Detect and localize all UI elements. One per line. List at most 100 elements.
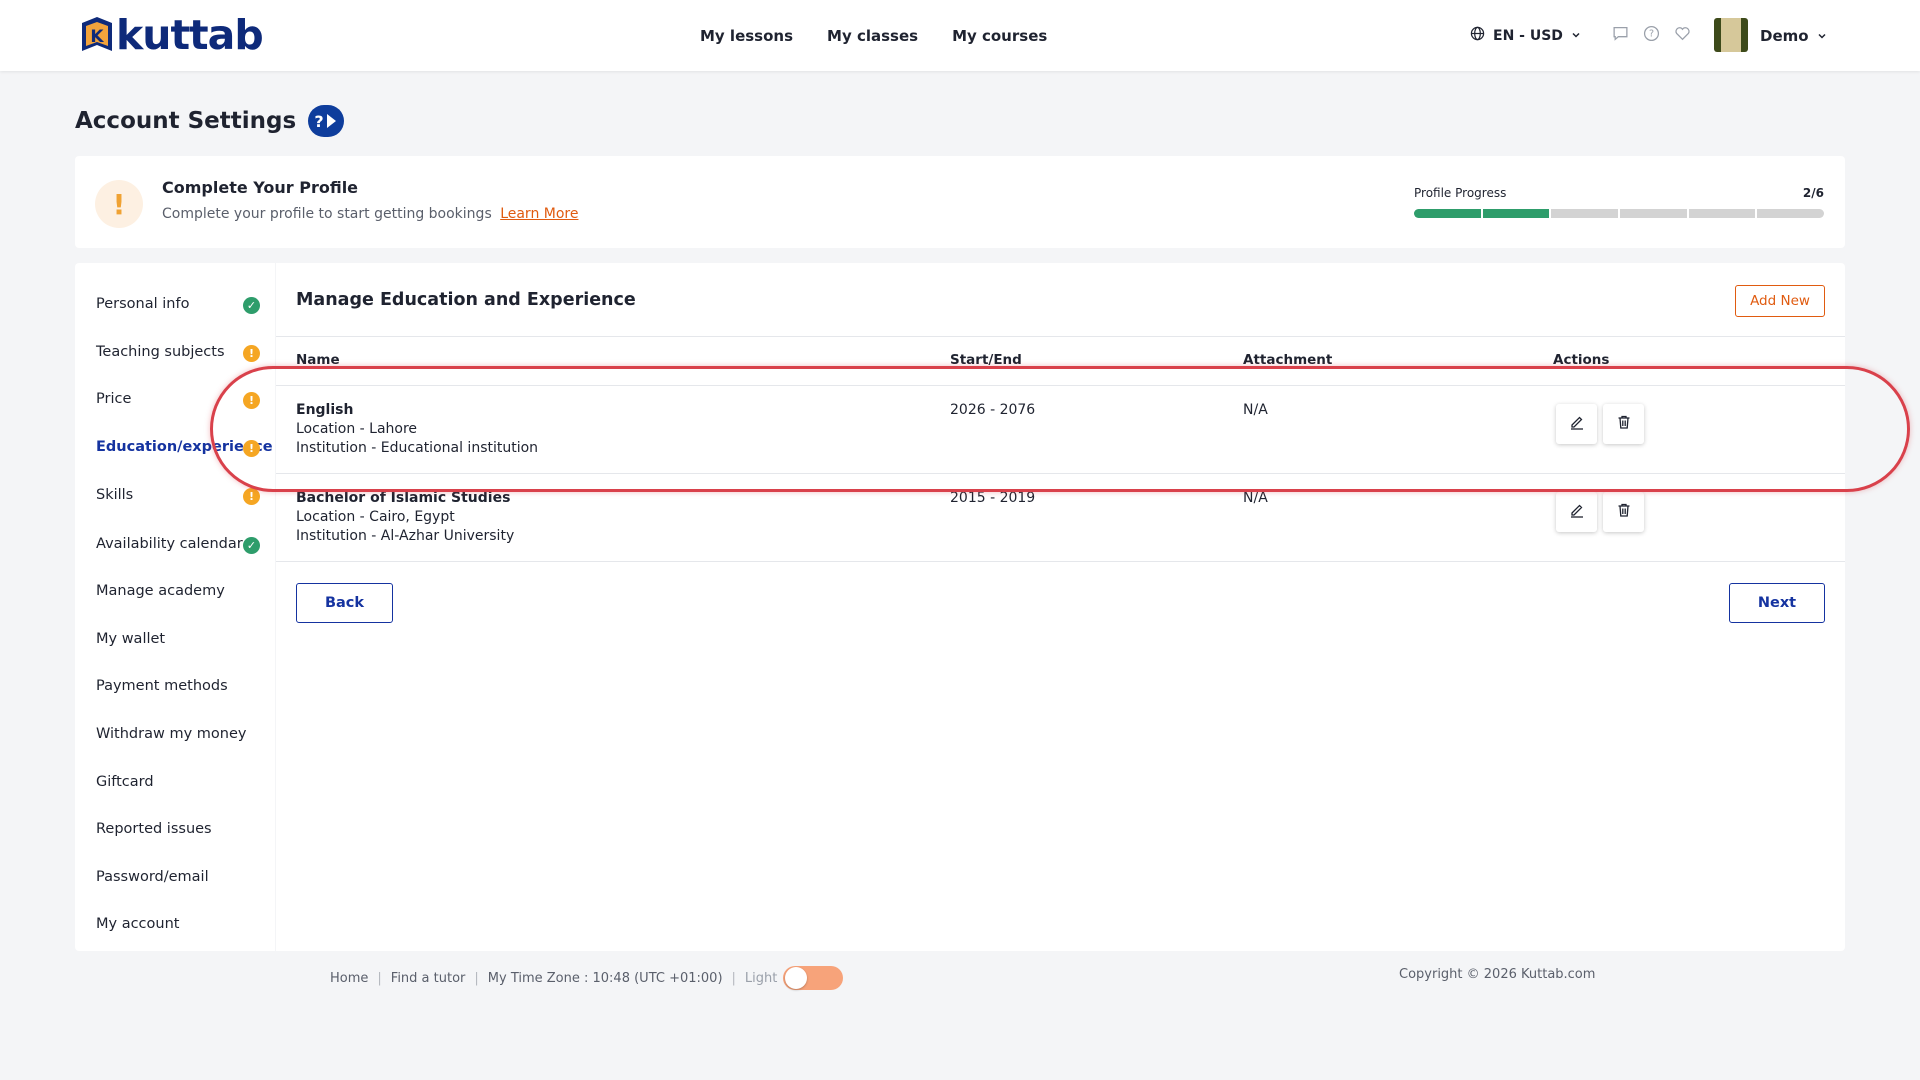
sidebar-item-manage-academy[interactable]: Manage academy: [96, 583, 225, 599]
logo[interactable]: K kuttab: [78, 11, 264, 59]
pencil-icon: [1569, 414, 1585, 434]
page-title-row: Account Settings ?: [75, 105, 345, 137]
page-title: Account Settings: [75, 108, 297, 134]
table-row-name-cell: Bachelor of Islamic Studies Location - C…: [296, 489, 514, 546]
column-header-start-end: Start/End: [950, 352, 1022, 368]
back-button[interactable]: Back: [296, 583, 393, 623]
column-header-attachment: Attachment: [1243, 352, 1333, 368]
logo-text: kuttab: [116, 11, 264, 59]
profile-progress-count: 2/6: [1802, 186, 1824, 200]
entry-attachment: N/A: [1243, 490, 1268, 506]
sidebar-item-password-email[interactable]: Password/email: [96, 869, 209, 885]
chevron-down-icon: [1571, 28, 1581, 44]
divider: [276, 336, 1845, 337]
warning-icon: !: [243, 440, 260, 457]
help-icon[interactable]: ?: [1643, 25, 1660, 46]
chat-icon[interactable]: [1612, 25, 1629, 46]
progress-segment: [1414, 209, 1481, 218]
help-video-button[interactable]: ?: [308, 105, 345, 137]
sidebar-item-withdraw-my-money[interactable]: Withdraw my money: [96, 726, 246, 742]
panel-title: Manage Education and Experience: [296, 290, 636, 310]
theme-label: Light: [744, 970, 778, 986]
delete-button[interactable]: [1603, 492, 1644, 532]
divider: [276, 385, 1845, 386]
footer: Home | Find a tutor | My Time Zone : 10:…: [330, 966, 844, 990]
user-menu[interactable]: Demo: [1760, 0, 1827, 71]
table-row-name-cell: English Location - Lahore Institution - …: [296, 401, 538, 458]
entry-dates: 2026 - 2076: [950, 402, 1036, 418]
education-panel: Manage Education and Experience Add New …: [276, 263, 1845, 951]
main-nav: My lessons My classes My courses: [700, 0, 1047, 71]
theme-toggle[interactable]: [783, 966, 844, 990]
svg-text:?: ?: [1649, 29, 1654, 40]
profile-card-text: Complete your profile to start getting b…: [162, 206, 492, 222]
footer-find-tutor-link[interactable]: Find a tutor: [391, 971, 466, 986]
profile-progress-bar: [1414, 209, 1824, 218]
sidebar-item-skills[interactable]: Skills: [96, 487, 133, 503]
add-new-button[interactable]: Add New: [1735, 285, 1825, 317]
entry-institution: Institution - Educational institution: [296, 440, 539, 456]
user-name: Demo: [1760, 26, 1809, 45]
next-button[interactable]: Next: [1729, 583, 1825, 623]
sidebar-item-personal-info[interactable]: Personal info: [96, 296, 189, 312]
edit-button[interactable]: [1556, 492, 1597, 532]
chevron-down-icon: [1817, 27, 1827, 45]
trash-icon: [1616, 414, 1632, 434]
exclamation-icon: !: [95, 180, 143, 228]
progress-segment: [1620, 209, 1687, 218]
sidebar-item-my-account[interactable]: My account: [96, 916, 179, 932]
sidebar-item-payment-methods[interactable]: Payment methods: [96, 678, 228, 694]
trash-icon: [1616, 502, 1632, 522]
sidebar-item-my-wallet[interactable]: My wallet: [96, 631, 165, 647]
sidebar-item-teaching-subjects[interactable]: Teaching subjects: [96, 344, 225, 360]
pencil-icon: [1569, 502, 1585, 522]
column-header-actions: Actions: [1553, 352, 1610, 368]
copyright: Copyright © 2026 Kuttab.com: [1399, 967, 1596, 982]
progress-segment: [1551, 209, 1619, 218]
entry-attachment: N/A: [1243, 402, 1268, 418]
check-icon: ✓: [243, 537, 260, 554]
entry-name: Bachelor of Islamic Studies: [296, 490, 511, 506]
footer-separator: |: [474, 970, 479, 986]
sidebar-item-availability-calendar[interactable]: Availability calendar: [96, 536, 243, 552]
nav-my-lessons[interactable]: My lessons: [700, 27, 793, 45]
avatar[interactable]: [1714, 18, 1748, 52]
footer-separator: |: [731, 970, 736, 986]
warning-icon: !: [243, 488, 260, 505]
sidebar-item-reported-issues[interactable]: Reported issues: [96, 821, 212, 837]
check-icon: ✓: [243, 297, 260, 314]
divider: [276, 473, 1845, 474]
progress-segment: [1688, 209, 1756, 218]
nav-my-classes[interactable]: My classes: [827, 27, 918, 45]
logo-book-icon: K: [78, 15, 116, 55]
sidebar-item-giftcard[interactable]: Giftcard: [96, 774, 154, 790]
heart-icon[interactable]: [1674, 25, 1691, 46]
entry-name: English: [296, 402, 354, 418]
entry-institution: Institution - Al-Azhar University: [296, 528, 515, 544]
entry-dates: 2015 - 2019: [950, 490, 1036, 506]
entry-location: Location - Lahore: [296, 421, 418, 437]
edit-button[interactable]: [1556, 404, 1597, 444]
svg-text:K: K: [90, 27, 104, 47]
footer-separator: |: [377, 970, 382, 986]
sidebar-item-price[interactable]: Price: [96, 391, 131, 407]
entry-location: Location - Cairo, Egypt: [296, 509, 455, 525]
language-currency-selector[interactable]: EN - USD: [1470, 0, 1581, 71]
globe-icon: [1470, 26, 1485, 45]
footer-timezone: My Time Zone : 10:48 (UTC +01:00): [487, 970, 723, 986]
divider: [276, 561, 1845, 562]
progress-segment: [1482, 209, 1550, 218]
warning-icon: !: [243, 345, 260, 362]
progress-segment: [1757, 209, 1824, 218]
learn-more-link[interactable]: Learn More: [500, 206, 578, 222]
complete-profile-card: ! Complete Your Profile Complete your pr…: [75, 156, 1845, 248]
top-navbar: K kuttab My lessons My classes My course…: [0, 0, 1920, 71]
nav-my-courses[interactable]: My courses: [952, 27, 1047, 45]
profile-progress-label: Profile Progress: [1414, 186, 1507, 200]
delete-button[interactable]: [1603, 404, 1644, 444]
profile-card-title: Complete Your Profile: [162, 178, 359, 197]
column-header-name: Name: [296, 352, 340, 368]
footer-home-link[interactable]: Home: [330, 971, 368, 986]
settings-sidebar: Personal info ✓ Teaching subjects! Price! Ed…: [75, 263, 275, 951]
header-icons: ?: [1612, 0, 1691, 71]
